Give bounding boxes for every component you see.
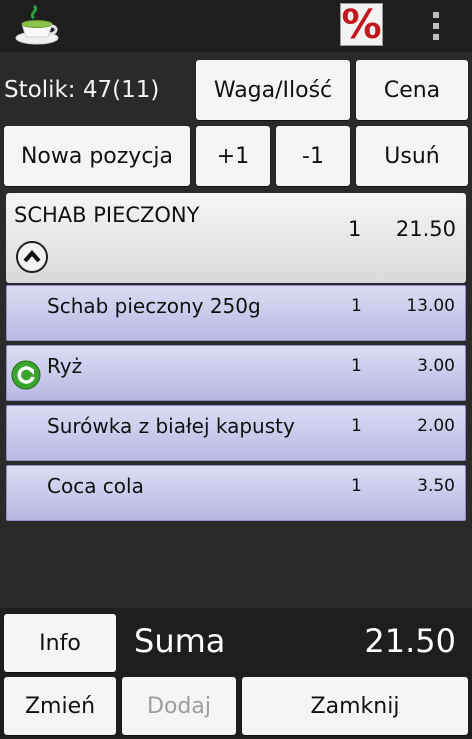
percent-label: %	[341, 3, 382, 46]
main-item-qty: 1	[348, 217, 362, 241]
add-button[interactable]: Dodaj	[122, 677, 236, 735]
plus-one-button[interactable]: +1	[196, 126, 270, 186]
main-item-price: 21.50	[395, 217, 456, 241]
list-item[interactable]: Schab pieczony 250g 1 13.00	[6, 285, 466, 341]
close-button[interactable]: Zamknij	[242, 677, 468, 735]
sum-value: 21.50	[364, 622, 456, 660]
main-item-row[interactable]: SCHAB PIECZONY 1 21.50	[6, 193, 466, 283]
top-action-bar: %	[0, 0, 472, 52]
sub-item-name: Schab pieczony 250g	[47, 294, 261, 318]
sub-item-price: 3.50	[417, 476, 455, 496]
sub-item-name: Surówka z białej kapusty	[47, 414, 295, 438]
refresh-icon[interactable]	[11, 360, 41, 390]
sum-label: Suma	[134, 622, 226, 660]
sub-item-qty: 1	[351, 416, 362, 436]
sub-item-qty: 1	[351, 296, 362, 316]
remove-button[interactable]: Usuń	[356, 126, 468, 186]
new-item-button[interactable]: Nowa pozycja	[4, 126, 190, 186]
weight-qty-button[interactable]: Waga/Ilość	[196, 60, 350, 120]
sub-item-name: Coca cola	[47, 474, 144, 498]
discount-button[interactable]: %	[340, 3, 383, 46]
list-item[interactable]: Coca cola 1 3.50	[6, 465, 466, 521]
sub-item-price: 3.00	[417, 356, 455, 376]
collapse-up-icon[interactable]	[16, 241, 48, 273]
minus-one-button[interactable]: -1	[276, 126, 350, 186]
info-button[interactable]: Info	[4, 614, 116, 672]
sub-item-qty: 1	[351, 476, 362, 496]
price-button[interactable]: Cena	[356, 60, 468, 120]
sub-item-price: 2.00	[417, 416, 455, 436]
main-item-name: SCHAB PIECZONY	[14, 203, 200, 227]
table-label: Stolik: 47(11)	[4, 77, 160, 103]
sub-item-price: 13.00	[406, 296, 455, 316]
teacup-icon[interactable]	[14, 4, 60, 46]
overflow-menu-icon[interactable]	[424, 8, 448, 44]
change-button[interactable]: Zmień	[4, 677, 116, 735]
list-item[interactable]: Ryż 1 3.00	[6, 345, 466, 401]
sub-item-qty: 1	[351, 356, 362, 376]
list-item[interactable]: Surówka z białej kapusty 1 2.00	[6, 405, 466, 461]
sub-item-name: Ryż	[47, 354, 83, 378]
